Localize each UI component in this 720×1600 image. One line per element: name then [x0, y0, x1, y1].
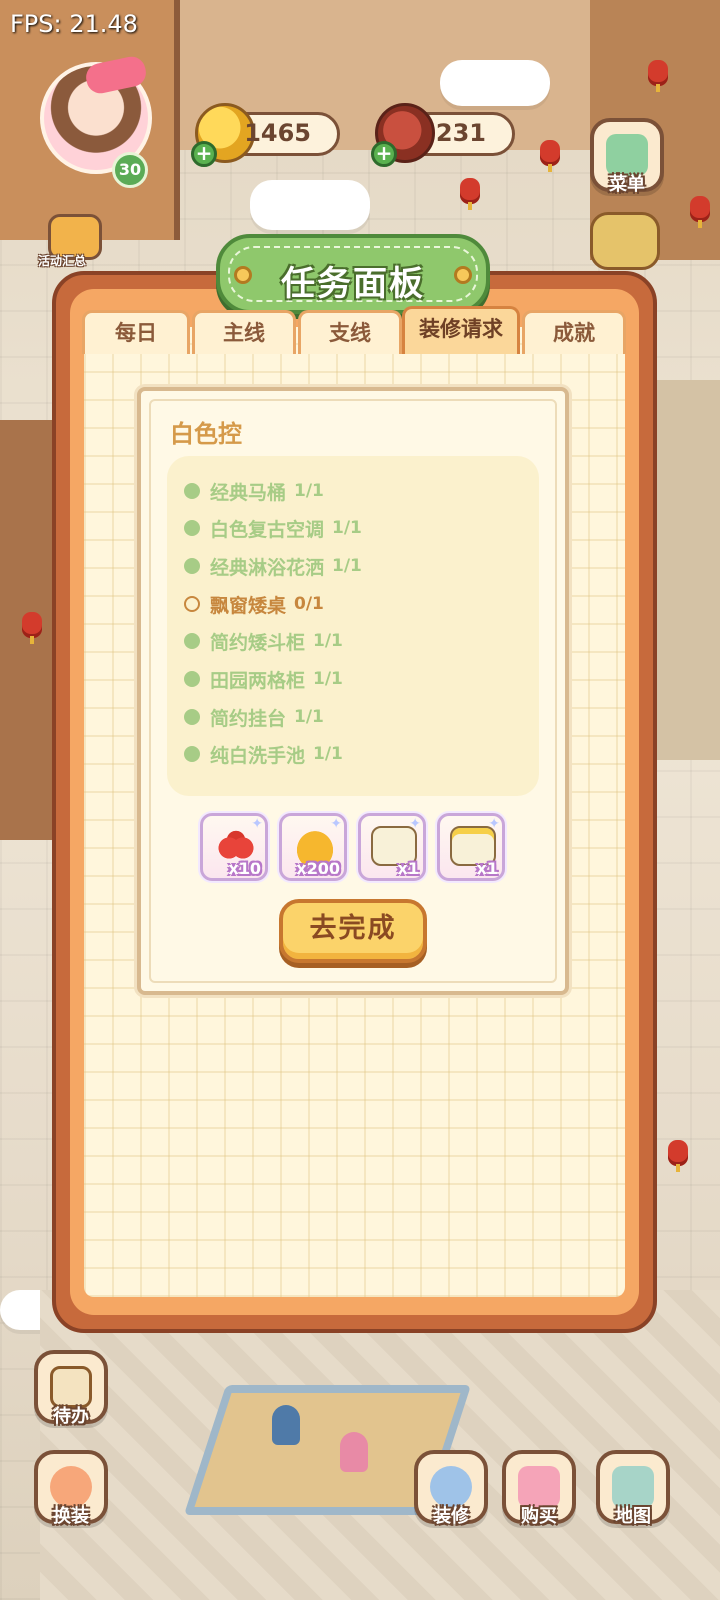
requirement-progress: 1/1 — [294, 707, 324, 727]
complete-dot-icon — [184, 520, 200, 536]
requirement-item: 田园两格柜 1/1 — [184, 665, 343, 693]
requirement-name: 简约矮斗柜 — [210, 631, 306, 654]
reward-count: x1 — [397, 859, 419, 878]
tab-decoration-request[interactable]: 装修请求 — [402, 306, 520, 354]
snow-pile — [440, 60, 550, 106]
incomplete-circle-icon — [184, 596, 200, 612]
todo-label: 待办 — [53, 1406, 89, 1427]
tab-main[interactable]: 主线 — [192, 310, 296, 354]
lantern-decoration — [460, 178, 480, 210]
requirement-item: 经典马桶 1/1 — [184, 477, 324, 505]
requirement-progress: 1/1 — [313, 744, 343, 764]
coin-counter[interactable]: + 1465 — [191, 103, 340, 167]
coin-amount: 1465 — [244, 119, 311, 147]
reward-count: x10 — [228, 859, 261, 878]
lantern-decoration — [540, 140, 560, 172]
complete-dot-icon — [184, 671, 200, 687]
requirement-progress: 1/1 — [332, 556, 362, 576]
todo-button[interactable]: 待办 — [34, 1350, 108, 1428]
requirement-name: 经典马桶 — [210, 481, 287, 504]
map-button[interactable]: 地图 — [596, 1450, 670, 1528]
complete-dot-icon — [184, 709, 200, 725]
requirement-item: 白色复古空调 1/1 — [184, 514, 362, 542]
requirement-progress: 1/1 — [313, 669, 343, 689]
reward-count: x200 — [296, 859, 340, 878]
reward-item[interactable]: ✦ x1 — [358, 813, 426, 881]
child-character — [340, 1432, 368, 1472]
add-coins-button[interactable]: + — [191, 141, 217, 167]
dress-up-label: 换装 — [53, 1506, 89, 1527]
requirement-name: 飘窗矮桌 — [210, 594, 287, 617]
fps-counter: FPS: 21.48 — [10, 10, 138, 38]
add-meat-button[interactable]: + — [371, 141, 397, 167]
complete-dot-icon — [184, 483, 200, 499]
task-panel-title-plaque: 任务面板 — [216, 234, 490, 314]
tab-daily[interactable]: 每日 — [82, 310, 190, 354]
map-label: 地图 — [615, 1506, 651, 1527]
requirement-progress: 1/1 — [332, 518, 362, 538]
task-panel-title: 任务面板 — [281, 264, 425, 304]
requirement-name: 纯白洗手池 — [210, 744, 306, 767]
menu-label: 菜单 — [609, 174, 645, 195]
reward-item[interactable]: ✦ x1 — [437, 813, 505, 881]
meat-amount: 231 — [435, 119, 486, 147]
reward-count: x1 — [476, 859, 498, 878]
lantern-decoration — [690, 196, 710, 228]
decorate-button[interactable]: 装修 — [414, 1450, 488, 1528]
lantern-decoration — [648, 60, 668, 92]
requirement-progress: 1/1 — [294, 481, 324, 501]
requirement-name: 白色复古空调 — [210, 518, 325, 541]
player-level-badge: 30 — [112, 152, 148, 188]
go-complete-button[interactable]: 去完成 — [279, 899, 427, 963]
requirement-item: 纯白洗手池 1/1 — [184, 740, 343, 768]
requirement-item: 简约挂台 1/1 — [184, 703, 324, 731]
task-title: 白色控 — [170, 420, 242, 448]
lantern-decoration — [668, 1140, 688, 1172]
requirement-item: 经典淋浴花洒 1/1 — [184, 552, 362, 580]
activity-summary-label: 活动汇总 — [38, 254, 87, 268]
snow-pile — [250, 180, 370, 230]
complete-dot-icon — [184, 558, 200, 574]
meat-counter[interactable]: + 231 — [371, 103, 515, 167]
requirement-name: 简约挂台 — [210, 707, 287, 730]
tab-side[interactable]: 支线 — [298, 310, 402, 354]
child-character — [272, 1405, 300, 1445]
dress-up-button[interactable]: 换装 — [34, 1450, 108, 1528]
lantern-decoration — [22, 612, 42, 644]
menu-button[interactable]: 菜单 — [590, 118, 664, 196]
requirement-progress: 0/1 — [294, 594, 324, 614]
decorate-label: 装修 — [433, 1506, 469, 1527]
requirement-item-incomplete: 飘窗矮桌 0/1 — [184, 590, 324, 618]
requirement-name: 经典淋浴花洒 — [210, 556, 325, 579]
requirement-progress: 1/1 — [313, 631, 343, 651]
reward-item[interactable]: ✦ x10 — [200, 813, 268, 881]
buy-button[interactable]: 购买 — [502, 1450, 576, 1528]
buy-label: 购买 — [521, 1506, 557, 1527]
reward-item[interactable]: ✦ x200 — [279, 813, 347, 881]
tab-achievement[interactable]: 成就 — [522, 310, 626, 354]
complete-dot-icon — [184, 633, 200, 649]
complete-dot-icon — [184, 746, 200, 762]
requirement-item: 简约矮斗柜 1/1 — [184, 627, 343, 655]
requirement-name: 田园两格柜 — [210, 669, 306, 692]
piggy-bank-icon[interactable] — [590, 212, 660, 270]
